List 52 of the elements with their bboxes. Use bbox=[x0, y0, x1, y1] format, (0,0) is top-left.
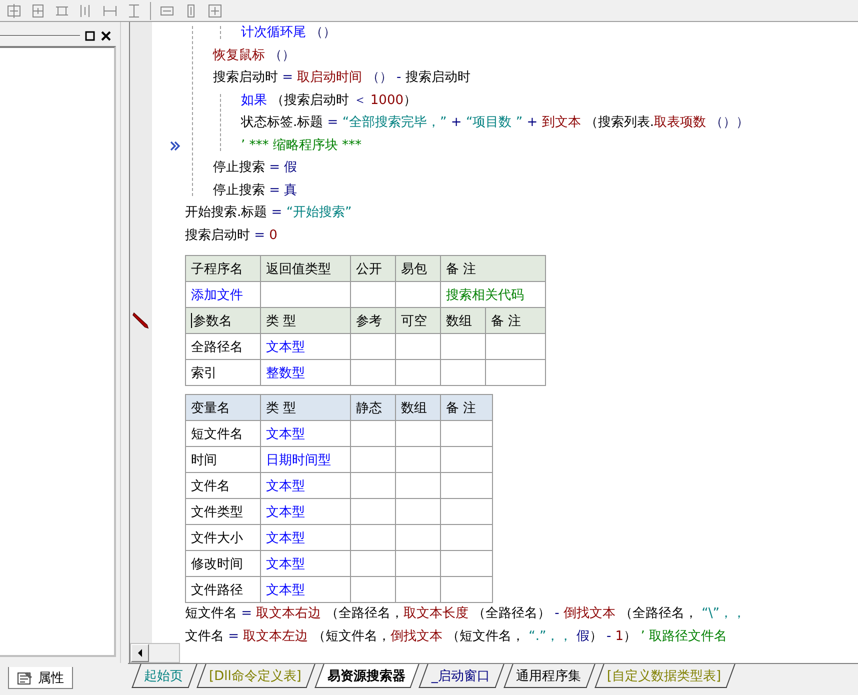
column-header: 易包 bbox=[396, 256, 440, 282]
document-tab[interactable]: _启动窗口 bbox=[419, 664, 504, 688]
column-header: 类 型 bbox=[260, 308, 350, 334]
column-header: 子程序名 bbox=[186, 256, 260, 282]
code-line: 恢复鼠标 （） bbox=[213, 46, 296, 64]
column-header: 备 注 bbox=[440, 394, 492, 420]
table-cell: 时间 bbox=[186, 446, 260, 472]
code-line: 状态标签.标题 = “全部搜索完毕，” + “项目数 ” + 到文本 （搜索列表.取表项数 （）） bbox=[241, 114, 750, 132]
column-header: 静态 bbox=[350, 394, 396, 420]
table-cell: 文本型 bbox=[260, 576, 350, 602]
code-line: 文件名 = 取文本左边 （短文件名，倒找文本 （短文件名， “.”，， 假） - 1） ’ 取路径文件名 bbox=[185, 628, 728, 646]
document-tab[interactable]: 通用程序集 bbox=[504, 664, 595, 688]
table-cell: 文本型 bbox=[260, 550, 350, 576]
table-cell: 文件名 bbox=[186, 472, 260, 498]
code-line: 搜索启动时 = 取启动时间 （） - 搜索启动时 bbox=[213, 69, 472, 87]
table-cell: 文件类型 bbox=[186, 498, 260, 524]
column-header: 备 注 bbox=[440, 256, 546, 282]
column-header: 变量名 bbox=[186, 394, 260, 420]
column-header: 返回值类型 bbox=[260, 256, 350, 282]
column-header: 参考 bbox=[350, 308, 396, 334]
table-cell: 整数型 bbox=[260, 360, 350, 386]
code-line: 短文件名 = 取文本右边 （全路径名，取文本长度 （全路径名） - 倒找文本 （全路径名， “\”，， bbox=[185, 605, 747, 623]
code-line: ’ *** 缩略程序块 *** bbox=[241, 134, 858, 157]
table-cell: 文件路径 bbox=[186, 576, 260, 602]
code-line: 如果 （搜索启动时 ＜ 1000） bbox=[241, 92, 418, 110]
table-cell: 文件大小 bbox=[186, 524, 260, 550]
table-cell: 文本型 bbox=[260, 498, 350, 524]
properties-tab[interactable]: 属性 bbox=[8, 667, 73, 689]
table-cell: 文本型 bbox=[260, 420, 350, 446]
table-cell: 索引 bbox=[186, 360, 260, 386]
code-line: 停止搜索 = 假 bbox=[213, 159, 298, 177]
code-line: 搜索启动时 = 0 bbox=[185, 226, 278, 244]
column-header: 数组 bbox=[440, 308, 486, 334]
table-cell: 文本型 bbox=[260, 472, 350, 498]
column-header: 可空 bbox=[396, 308, 440, 334]
table-cell: 全路径名 bbox=[186, 334, 260, 360]
table-cell: 日期时间型 bbox=[260, 446, 350, 472]
column-header: 类 型 bbox=[260, 394, 350, 420]
column-header: 公开 bbox=[350, 256, 396, 282]
document-tab[interactable]: [Dll命令定义表] bbox=[197, 664, 316, 688]
column-header: 数组 bbox=[396, 394, 440, 420]
table-cell: 修改时间 bbox=[186, 550, 260, 576]
table-cell: 文本型 bbox=[260, 334, 350, 360]
table-cell: 短文件名 bbox=[186, 420, 260, 446]
document-tab[interactable]: [自定义数据类型表] bbox=[594, 664, 736, 688]
column-header: 备 注 bbox=[486, 308, 546, 334]
table-cell: 文本型 bbox=[260, 524, 350, 550]
document-tab[interactable]: 易资源搜索器 bbox=[315, 664, 420, 688]
code-line: 计次循环尾 （） bbox=[241, 24, 338, 42]
document-tab[interactable]: 起始页 bbox=[132, 664, 197, 688]
code-line: 开始搜索.标题 = “开始搜索” bbox=[185, 204, 353, 222]
code-line: 停止搜索 = 真 bbox=[213, 182, 298, 200]
